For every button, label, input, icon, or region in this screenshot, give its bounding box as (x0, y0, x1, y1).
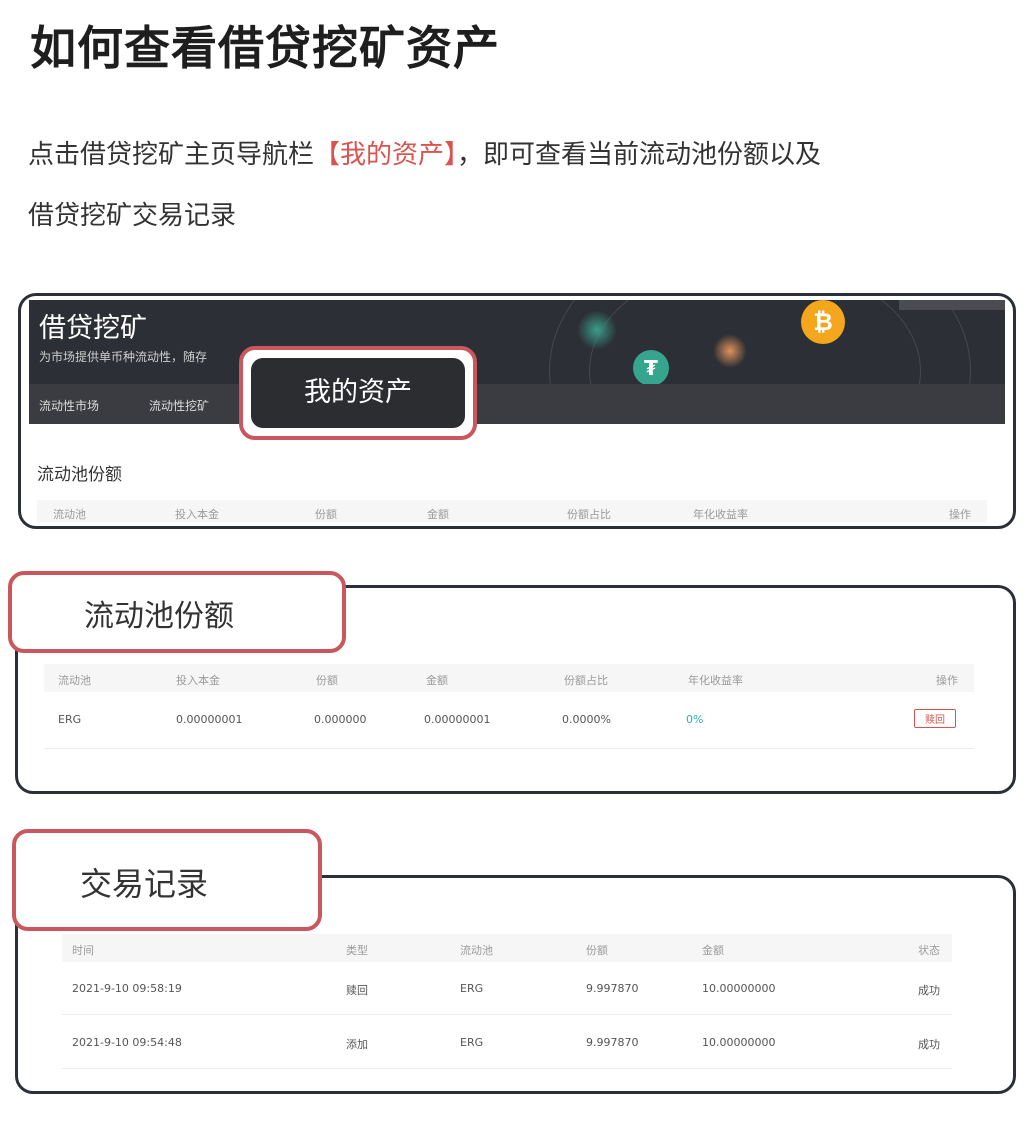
app-navbar: 流动性市场 流动性挖矿 (29, 384, 1005, 424)
cell-pool: ERG (460, 982, 484, 995)
page-title: 如何查看借贷挖矿资产 (30, 21, 500, 75)
nav-item-liquidity-mining[interactable]: 流动性挖矿 (149, 397, 209, 414)
intro-highlight-link: 【我的资产】 (314, 140, 458, 170)
col-shares: 份额 (316, 674, 338, 687)
section-title: 流动池份额 (37, 465, 122, 485)
cell-amount: 10.00000000 (702, 982, 776, 995)
bitcoin-icon: ₿ (801, 300, 845, 344)
intro-line-1: 点击借贷挖矿主页导航栏【我的资产】，即可查看当前流动池份额以及 (28, 134, 821, 171)
cell-shares: 9.997870 (586, 982, 639, 995)
col-share-ratio: 份额占比 (564, 674, 608, 687)
col-status: 状态 (918, 944, 940, 957)
pool-shares-callout: 流动池份额 (8, 571, 346, 653)
glow-dot (577, 310, 617, 350)
cell-amount: 0.00000001 (424, 713, 491, 726)
pool-shares-callout-label: 流动池份额 (84, 599, 234, 634)
col-action: 操作 (949, 508, 971, 521)
cell-shares: 9.997870 (586, 1036, 639, 1049)
cell-pool: ERG (460, 1036, 484, 1049)
row-divider (44, 748, 974, 749)
table-header: 流动池 投入本金 份额 金额 份额占比 年化收益率 操作 (44, 664, 974, 692)
col-amount: 金额 (427, 508, 449, 521)
col-principal: 投入本金 (175, 508, 219, 521)
cell-pool: ERG (58, 713, 82, 726)
table-header: 流动池 投入本金 份额 金额 份额占比 年化收益率 操作 (37, 500, 987, 522)
col-action: 操作 (936, 674, 958, 687)
row-divider (62, 1068, 952, 1069)
cell-status: 成功 (918, 984, 940, 997)
col-amount: 金额 (426, 674, 448, 687)
cell-type: 赎回 (346, 984, 368, 997)
col-shares: 份额 (315, 508, 337, 521)
cell-amount: 10.00000000 (702, 1036, 776, 1049)
col-share-ratio: 份额占比 (567, 508, 611, 521)
row-divider (62, 1014, 952, 1015)
app-subtitle: 为市场提供单币种流动性，随存 (39, 350, 208, 364)
col-pool: 流动池 (460, 944, 493, 957)
cell-shares: 0.000000 (314, 713, 367, 726)
cell-status: 成功 (918, 1038, 940, 1051)
intro-line-2: 借贷挖矿交易记录 (28, 201, 237, 231)
tether-icon: ₮ (633, 350, 669, 386)
my-assets-callout: 我的资产 (239, 346, 477, 440)
cell-apy: 0% (686, 713, 704, 726)
my-assets-button[interactable]: 我的资产 (251, 358, 465, 428)
col-time: 时间 (72, 944, 94, 957)
col-pool: 流动池 (53, 508, 86, 521)
app-banner: ₿ ₮ 借贷挖矿 为市场提供单币种流动性，随存 流动性市场 流动性挖矿 (29, 300, 1005, 424)
col-principal: 投入本金 (176, 674, 220, 687)
app-screenshot-frame: ₿ ₮ 借贷挖矿 为市场提供单币种流动性，随存 流动性市场 流动性挖矿 我的资产… (18, 293, 1016, 529)
intro-suffix: ，即可查看当前流动池份额以及 (457, 140, 822, 170)
table-header: 时间 类型 流动池 份额 金额 状态 (62, 934, 952, 962)
cell-type: 添加 (346, 1038, 368, 1051)
col-apy: 年化收益率 (688, 674, 743, 687)
cell-share-ratio: 0.0000% (562, 713, 611, 726)
col-apy: 年化收益率 (693, 508, 748, 521)
cell-time: 2021-9-10 09:54:48 (72, 1036, 182, 1049)
cell-principal: 0.00000001 (176, 713, 243, 726)
banner-stripe (899, 300, 1005, 310)
records-callout-label: 交易记录 (80, 865, 209, 903)
col-shares: 份额 (586, 944, 608, 957)
cell-time: 2021-9-10 09:58:19 (72, 982, 182, 995)
glow-dot (713, 334, 747, 368)
col-amount: 金额 (702, 944, 724, 957)
redeem-button[interactable]: 赎回 (914, 709, 956, 728)
col-type: 类型 (346, 944, 368, 957)
records-callout: 交易记录 (12, 829, 322, 931)
intro-prefix: 点击借贷挖矿主页导航栏 (28, 140, 315, 170)
app-title: 借贷挖矿 (39, 313, 147, 344)
nav-item-liquidity-market[interactable]: 流动性市场 (39, 397, 99, 414)
col-pool: 流动池 (58, 674, 91, 687)
